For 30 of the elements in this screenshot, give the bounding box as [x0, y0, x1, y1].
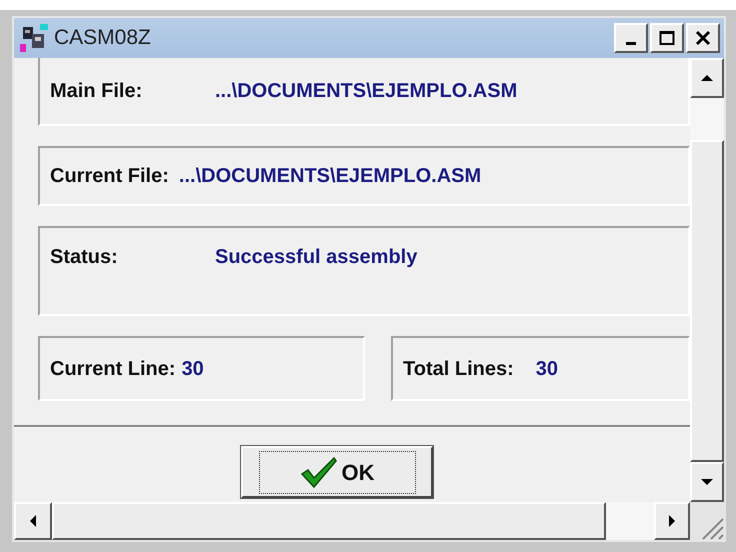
- window-title: CASM08Z: [54, 25, 152, 52]
- close-button[interactable]: [686, 23, 720, 53]
- counter-label: Current Line:: [50, 356, 176, 382]
- checkmark-icon: [300, 456, 338, 488]
- up-arrow-icon: [701, 75, 713, 81]
- scrollbar-thumb[interactable]: [52, 502, 606, 540]
- minimize-icon: [626, 42, 636, 44]
- field-label: Current File:: [50, 164, 169, 189]
- counter-value: 30: [536, 356, 558, 382]
- scroll-down-button[interactable]: [690, 462, 724, 502]
- scroll-up-button[interactable]: [690, 58, 724, 98]
- field-label: Main File:: [50, 79, 144, 104]
- left-arrow-icon: [30, 515, 36, 527]
- scroll-right-button[interactable]: [654, 502, 690, 540]
- field-value: Successful assembly: [215, 245, 418, 270]
- ok-button[interactable]: OK: [241, 446, 433, 498]
- field-label: Status:: [50, 245, 119, 270]
- scroll-left-button[interactable]: [14, 502, 52, 540]
- app-icon: [20, 24, 48, 52]
- maximize-button[interactable]: [650, 23, 684, 53]
- maximize-icon: [659, 30, 675, 46]
- close-icon: [695, 30, 711, 46]
- scrollbar-thumb[interactable]: [690, 140, 724, 462]
- field-value: ...\DOCUMENTS\EJEMPLO.ASM: [215, 79, 518, 104]
- counter-value: 30: [182, 356, 204, 382]
- counter-label: Total Lines:: [403, 356, 514, 382]
- down-arrow-icon: [701, 479, 713, 485]
- right-arrow-icon: [669, 515, 675, 527]
- field-value: ...\DOCUMENTS\EJEMPLO.ASM: [178, 164, 482, 189]
- minimize-button[interactable]: [614, 23, 648, 53]
